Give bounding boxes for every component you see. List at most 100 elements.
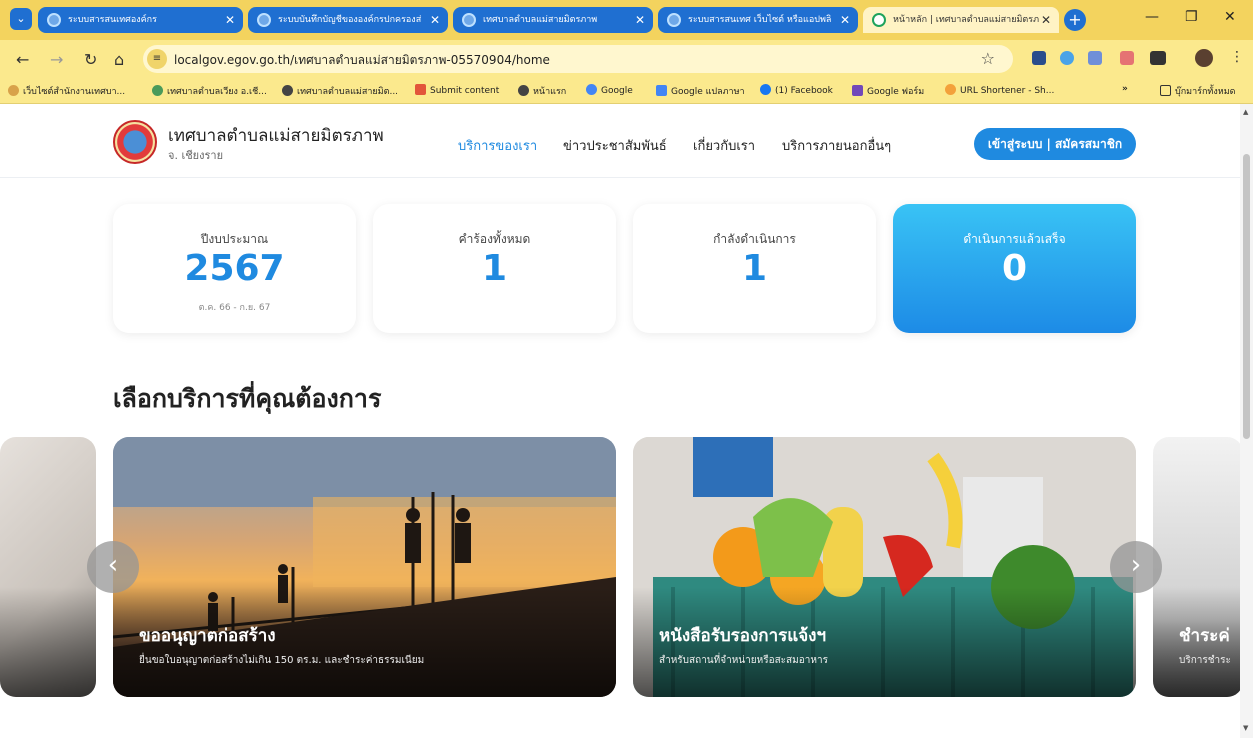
bookmark-item[interactable]: หน้าแรก bbox=[518, 84, 566, 98]
back-icon[interactable]: ← bbox=[16, 50, 29, 69]
bookmark-item[interactable]: Google ฟอร์ม bbox=[852, 84, 924, 98]
stat-card-completed: ดำเนินการแล้วเสร็จ 0 bbox=[893, 204, 1136, 333]
close-window-icon[interactable]: ✕ bbox=[1224, 9, 1236, 25]
browser-menu-icon[interactable]: ⋮ bbox=[1230, 49, 1244, 65]
restore-icon[interactable]: ❐ bbox=[1185, 9, 1198, 25]
page-content: เทศบาลตำบลแม่สายมิตรภาพ จ. เชียงราย บริก… bbox=[0, 104, 1240, 738]
stat-card-fiscal-year: ปีงบประมาณ 2567 ต.ค. 66 - ก.ย. 67 bbox=[113, 204, 356, 333]
tab-title: ระบบบันทึกบัญชีขององค์กรปกครองส่ bbox=[278, 15, 422, 25]
card-title: ขออนุญาตก่อสร้าง bbox=[139, 626, 276, 646]
reload-icon[interactable]: ↻ bbox=[84, 50, 97, 69]
bookmark-item[interactable]: เว็บไซต์สำนักงานเทศบา... bbox=[8, 84, 125, 98]
google-icon bbox=[586, 84, 597, 95]
tab-close-icon[interactable]: ✕ bbox=[840, 7, 850, 33]
facebook-icon bbox=[760, 84, 771, 95]
page-scrollbar[interactable]: ▲ ▼ bbox=[1240, 104, 1253, 738]
nav-about[interactable]: เกี่ยวกับเรา bbox=[693, 135, 755, 156]
tab-favicon-icon bbox=[47, 13, 61, 27]
site-header: เทศบาลตำบลแม่สายมิตรภาพ จ. เชียงราย บริก… bbox=[0, 104, 1240, 178]
extension-icon[interactable] bbox=[1088, 51, 1102, 65]
section-title: เลือกบริการที่คุณต้องการ bbox=[113, 384, 382, 413]
service-card-food-certificate[interactable]: หนังสือรับรองการแจ้งฯ สำหรับสถานที่จำหน่… bbox=[633, 437, 1136, 697]
bookmark-item[interactable]: เทศบาลตำบลแม่สายมิต... bbox=[282, 84, 398, 98]
tab-title: เทศบาลตำบลแม่สายมิตรภาพ bbox=[483, 15, 598, 25]
tab-search-icon[interactable]: ⌄ bbox=[10, 8, 32, 30]
home-icon[interactable]: ⌂ bbox=[114, 50, 124, 69]
bookmark-item[interactable]: เทศบาลตำบลเวียง อ.เชี... bbox=[152, 84, 267, 98]
stat-label: คำร้องทั้งหมด bbox=[458, 232, 531, 246]
tab-favicon-icon bbox=[667, 13, 681, 27]
extension-icon[interactable] bbox=[1120, 51, 1134, 65]
tab-close-icon[interactable]: ✕ bbox=[225, 7, 235, 33]
stat-value: 0 bbox=[1001, 248, 1028, 289]
extensions-puzzle-icon[interactable] bbox=[1150, 51, 1166, 65]
tab-close-icon[interactable]: ✕ bbox=[635, 7, 645, 33]
bookmark-favicon-icon bbox=[152, 85, 163, 96]
browser-tab-active[interactable]: หน้าหลัก | เทศบาลตำบลแม่สายมิตรภ ✕ bbox=[863, 7, 1059, 33]
card-description: บริการชำระ bbox=[1179, 655, 1231, 666]
stat-label: ดำเนินการแล้วเสร็จ bbox=[963, 232, 1066, 246]
new-tab-icon[interactable]: + bbox=[1064, 9, 1086, 31]
extension-icon[interactable] bbox=[1060, 51, 1074, 65]
globe-icon bbox=[518, 85, 529, 96]
more-bookmarks-icon[interactable]: » bbox=[1122, 84, 1128, 94]
scroll-down-icon[interactable]: ▼ bbox=[1243, 724, 1248, 732]
all-bookmarks[interactable]: บุ๊กมาร์กทั้งหมด bbox=[1160, 84, 1235, 98]
site-info-icon[interactable]: ≡ bbox=[147, 49, 167, 69]
stat-value: 2567 bbox=[184, 248, 285, 289]
bookmark-favicon-icon bbox=[415, 84, 426, 95]
tab-title: ระบบสารสนเทศองค์กร bbox=[68, 15, 157, 25]
tab-close-icon[interactable]: ✕ bbox=[430, 7, 440, 33]
stat-value: 1 bbox=[481, 248, 508, 289]
stat-label: กำลังดำเนินการ bbox=[713, 232, 796, 246]
folder-icon bbox=[1160, 85, 1171, 96]
bookmark-item[interactable]: Google bbox=[586, 84, 633, 96]
nav-services[interactable]: บริการของเรา bbox=[458, 135, 537, 156]
card-description: ยื่นขอใบอนุญาตก่อสร้างไม่เกิน 150 ตร.ม. … bbox=[139, 655, 425, 666]
stat-label: ปีงบประมาณ bbox=[200, 232, 269, 246]
globe-icon bbox=[282, 85, 293, 96]
extension-icon[interactable] bbox=[1032, 51, 1046, 65]
bookmark-star-icon[interactable]: ☆ bbox=[981, 49, 995, 68]
nav-external-services[interactable]: บริการภายนอกอื่นๆ bbox=[782, 135, 891, 156]
bookmark-item[interactable]: Submit content bbox=[415, 84, 499, 96]
profile-avatar[interactable] bbox=[1195, 49, 1213, 67]
bookmark-favicon-icon bbox=[945, 84, 956, 95]
card-title: ชำระค่ bbox=[1179, 626, 1230, 646]
minimize-icon[interactable]: — bbox=[1145, 9, 1159, 25]
address-url[interactable]: localgov.egov.go.th/เทศบาลตำบลแม่สายมิตร… bbox=[174, 51, 550, 70]
scroll-up-icon[interactable]: ▲ bbox=[1243, 108, 1248, 116]
stat-value: 1 bbox=[741, 248, 768, 289]
stat-card-in-progress: กำลังดำเนินการ 1 bbox=[633, 204, 876, 333]
bookmark-item[interactable]: Google แปลภาษา bbox=[656, 84, 745, 98]
tab-close-icon[interactable]: ✕ bbox=[1041, 7, 1051, 33]
chevron-right-icon[interactable]: › bbox=[1110, 541, 1162, 593]
bookmark-favicon-icon bbox=[8, 85, 19, 96]
browser-tab[interactable]: ระบบสารสนเทศองค์กร ✕ bbox=[38, 7, 243, 33]
forms-icon bbox=[852, 85, 863, 96]
bookmark-item[interactable]: (1) Facebook bbox=[760, 84, 833, 96]
scrollbar-thumb[interactable] bbox=[1243, 154, 1250, 439]
forward-icon[interactable]: → bbox=[50, 50, 63, 69]
chevron-left-icon[interactable]: ‹ bbox=[87, 541, 139, 593]
municipality-logo[interactable] bbox=[113, 120, 157, 164]
stat-subtext: ต.ค. 66 - ก.ย. 67 bbox=[198, 303, 271, 313]
tab-favicon-icon bbox=[257, 13, 271, 27]
bookmark-item[interactable]: URL Shortener - Sh... bbox=[945, 84, 1054, 96]
service-card-payment[interactable]: ชำระค่ บริการชำระ bbox=[1153, 437, 1240, 697]
bookmarks-bar: เว็บไซต์สำนักงานเทศบา... เทศบาลตำบลเวียง… bbox=[0, 78, 1253, 104]
browser-tab[interactable]: เทศบาลตำบลแม่สายมิตรภาพ ✕ bbox=[453, 7, 653, 33]
tab-favicon-icon bbox=[462, 13, 476, 27]
tab-title: หน้าหลัก | เทศบาลตำบลแม่สายมิตรภ bbox=[893, 15, 1040, 25]
card-title: หนังสือรับรองการแจ้งฯ bbox=[659, 626, 827, 646]
nav-news[interactable]: ข่าวประชาสัมพันธ์ bbox=[563, 135, 667, 156]
login-register-button[interactable]: เข้าสู่ระบบ | สมัครสมาชิก bbox=[974, 128, 1136, 160]
address-bar[interactable]: ≡ localgov.egov.go.th/เทศบาลตำบลแม่สายมิ… bbox=[143, 45, 1013, 73]
browser-tab[interactable]: ระบบสารสนเทศ เว็บไซต์ หรือแอปพลิ ✕ bbox=[658, 7, 858, 33]
browser-tab[interactable]: ระบบบันทึกบัญชีขององค์กรปกครองส่ ✕ bbox=[248, 7, 448, 33]
service-card-partial[interactable] bbox=[0, 437, 96, 697]
site-name[interactable]: เทศบาลตำบลแม่สายมิตรภาพ bbox=[168, 122, 384, 149]
tab-favicon-icon bbox=[872, 13, 886, 27]
tab-title: ระบบสารสนเทศ เว็บไซต์ หรือแอปพลิ bbox=[688, 15, 832, 25]
service-card-building-permit[interactable]: ขออนุญาตก่อสร้าง ยื่นขอใบอนุญาตก่อสร้างไ… bbox=[113, 437, 616, 697]
